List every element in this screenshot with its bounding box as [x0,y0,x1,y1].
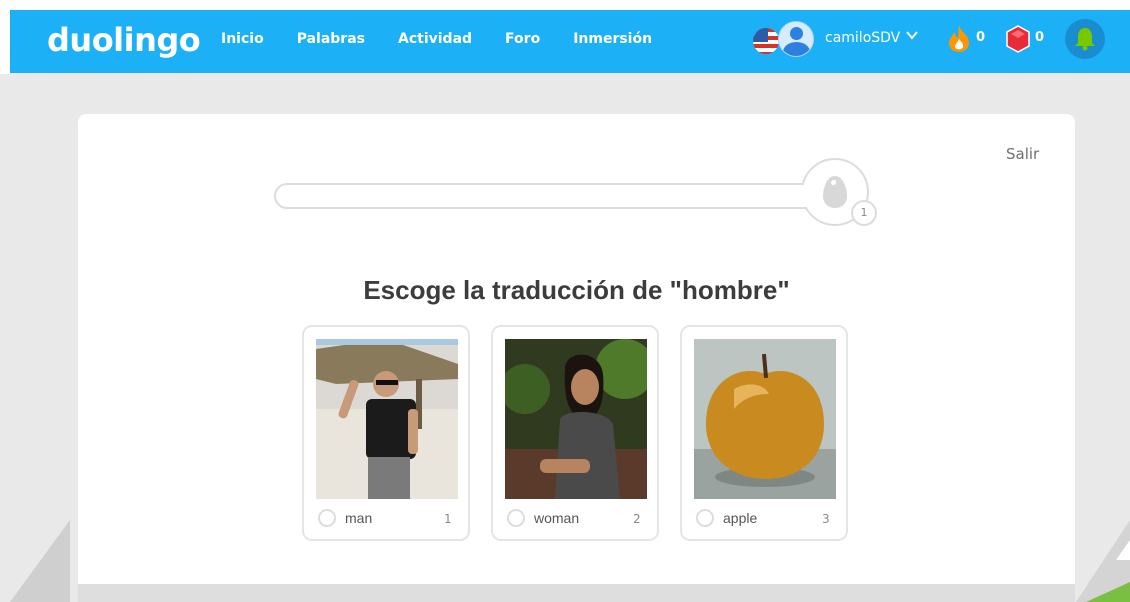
nav-palabras[interactable]: Palabras [297,31,365,47]
choice-card-woman[interactable]: woman 2 [491,325,659,541]
duolingo-logo[interactable]: duolingo [47,21,201,59]
choice-radio-man[interactable] [318,509,336,527]
nav-inicio[interactable]: Inicio [221,31,264,47]
us-flag-icon[interactable] [751,26,781,56]
choice-label-man: man [345,510,373,526]
choice-key-2: 2 [633,512,641,526]
choice-card-man[interactable]: man 1 [302,325,470,541]
choice-card-apple[interactable]: apple 3 [680,325,848,541]
user-avatar[interactable] [778,21,814,57]
choice-key-1: 1 [444,512,452,526]
top-navigation-bar: duolingo Inicio Palabras Actividad Foro … [10,10,1130,73]
gem-count: 0 [1035,30,1045,45]
apple-photo [694,339,836,499]
window-frame-left [0,0,10,74]
progress-connector [794,185,808,207]
choice-radio-apple[interactable] [696,509,714,527]
question-prompt: Escoge la traducción de "hombre" [363,275,790,305]
streak-count: 0 [976,30,986,45]
username[interactable]: camiloSDV [825,30,900,46]
bell-icon [1075,28,1095,51]
main-nav: Inicio Palabras Actividad Foro Inmersión [221,31,685,47]
chevron-down-icon[interactable] [905,28,919,42]
nav-foro[interactable]: Foro [505,31,540,47]
lesson-card: Salir 1 Escoge la traducción de "hombre" [78,114,1075,602]
nav-actividad[interactable]: Actividad [398,31,472,47]
notifications-button[interactable] [1065,19,1105,59]
background-shape-right [1076,520,1130,602]
exit-link[interactable]: Salir [1006,145,1039,163]
egg-count-badge: 1 [851,200,877,226]
gem-icon[interactable] [1006,25,1030,53]
lesson-progress-bar [274,183,824,209]
choice-label-woman: woman [534,510,580,526]
window-frame-top [0,0,1130,10]
man-photo [316,339,458,499]
background-shape-left [10,520,70,602]
choice-radio-woman[interactable] [507,509,525,527]
nav-inmersion[interactable]: Inmersión [573,31,652,47]
choice-key-3: 3 [822,512,830,526]
lesson-footer [78,584,1075,602]
choice-label-apple: apple [723,510,758,526]
woman-photo [505,339,647,499]
streak-flame-icon[interactable] [946,25,972,53]
